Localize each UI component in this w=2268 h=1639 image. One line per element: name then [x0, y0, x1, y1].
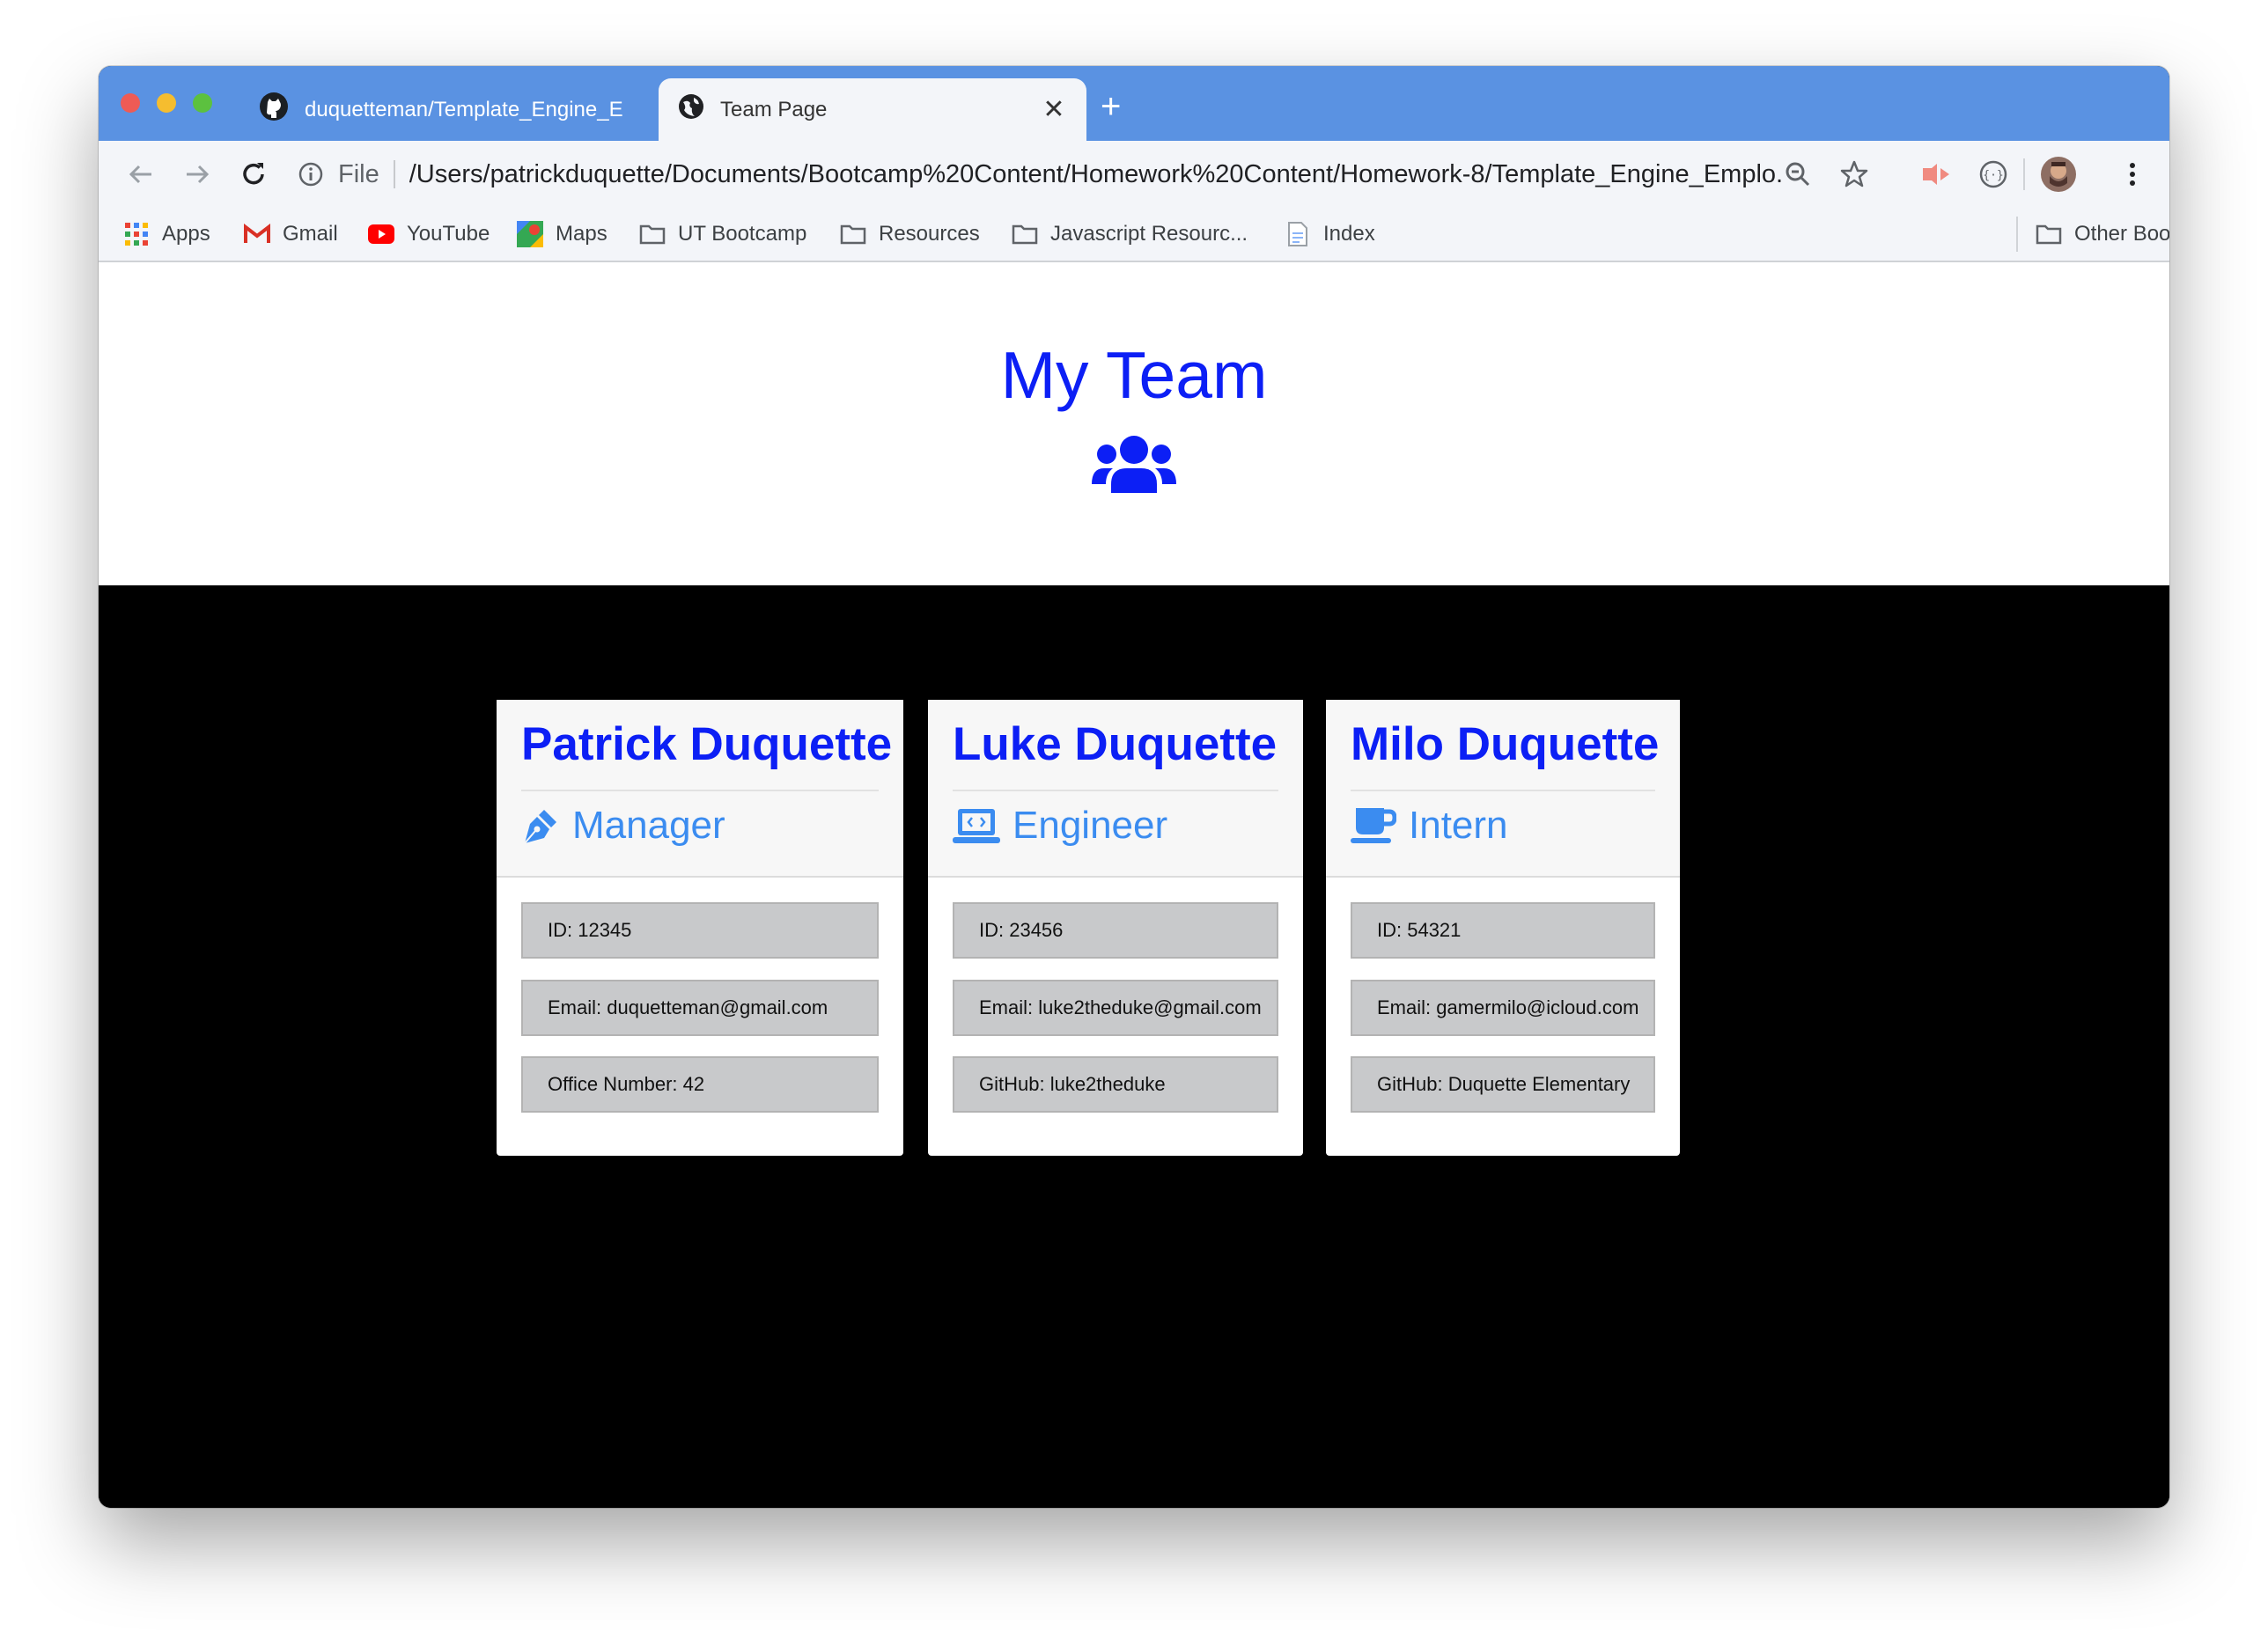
forward-arrow-icon[interactable] [180, 157, 215, 192]
bookmark-index[interactable]: Index [1285, 220, 1375, 248]
laptop-code-icon [953, 806, 1000, 845]
youtube-icon [368, 221, 394, 247]
tab-strip: duquetteman/Template_Engine_E ✕ Team Pag… [99, 66, 2169, 141]
omnibox-divider [393, 160, 395, 188]
close-icon[interactable]: ✕ [1041, 94, 1067, 125]
address-bar[interactable]: File /Users/patrickduquette/Documents/Bo… [289, 148, 1900, 201]
employee-role: Intern [1351, 804, 1508, 848]
apps-grid-icon [123, 221, 150, 247]
bookmark-other-bookmarks[interactable]: Other Bookmarks [2036, 220, 2169, 248]
employee-role: Manager [521, 804, 725, 848]
employee-id: ID: 23456 [953, 902, 1278, 959]
maximize-window-button[interactable] [193, 93, 212, 113]
bookmark-label: Resources [879, 222, 980, 246]
gmail-icon [244, 221, 270, 247]
folder-icon [2036, 221, 2062, 247]
bookmark-label: Gmail [283, 222, 338, 246]
pen-nib-icon [521, 806, 560, 845]
card-divider [1351, 790, 1655, 791]
tab-team-page[interactable]: Team Page ✕ [659, 78, 1086, 141]
bookmark-label: Maps [556, 222, 608, 246]
avatar[interactable] [2041, 157, 2076, 192]
folder-icon [639, 221, 666, 247]
employee-email[interactable]: Email: gamermilo@icloud.com [1351, 980, 1655, 1036]
maps-icon [517, 221, 543, 247]
card-header: Luke Duquette Engineer [928, 700, 1303, 878]
page-title: My Team [1000, 338, 1268, 412]
bookmarks-bar: Apps Gmail YouTube Maps UT Bootcamp Reso… [99, 208, 2169, 262]
github-icon [259, 92, 289, 128]
bookmark-label: Other Bookmarks [2074, 222, 2169, 246]
card-header: Milo Duquette Intern [1326, 700, 1680, 878]
close-window-button[interactable] [121, 93, 140, 113]
employee-card: Milo Duquette Intern ID: 54321 Email: ga… [1326, 700, 1680, 1156]
bookmark-resources[interactable]: Resources [840, 220, 980, 248]
bookmark-youtube[interactable]: YouTube [368, 220, 490, 248]
card-divider [953, 790, 1278, 791]
bookmark-label: YouTube [407, 222, 490, 246]
employee-card: Patrick Duquette Manager ID: 12345 Email… [497, 700, 903, 1156]
bookmark-javascript-resources[interactable]: Javascript Resourc... [1012, 220, 1248, 248]
page-header: My Team [99, 262, 2169, 585]
employee-office-number: Office Number: 42 [521, 1056, 879, 1113]
bookmark-label: Index [1323, 222, 1375, 246]
bookmark-gmail[interactable]: Gmail [244, 220, 338, 248]
bookmark-ut-bootcamp[interactable]: UT Bootcamp [639, 220, 806, 248]
folder-icon [840, 221, 866, 247]
role-label: Manager [572, 804, 725, 847]
info-icon[interactable] [298, 161, 324, 187]
star-icon[interactable] [1837, 157, 1872, 192]
employee-email[interactable]: Email: duquetteman@gmail.com [521, 980, 879, 1036]
role-label: Intern [1409, 804, 1508, 847]
bookmarks-divider [2016, 217, 2018, 252]
employee-name: Luke Duquette [953, 718, 1278, 770]
extension-cast-icon[interactable] [1919, 157, 1955, 192]
card-divider [521, 790, 879, 791]
employee-role: Engineer [953, 804, 1167, 848]
reload-icon[interactable] [236, 157, 271, 192]
extension-icon[interactable]: {·} [1976, 157, 2011, 192]
scheme-label: File [338, 159, 379, 188]
browser-toolbar: File /Users/patrickduquette/Documents/Bo… [99, 141, 2169, 208]
employee-email[interactable]: Email: luke2theduke@gmail.com [953, 980, 1278, 1036]
employee-name: Patrick Duquette [521, 718, 893, 770]
tab-title: duquetteman/Template_Engine_E [305, 97, 623, 121]
folder-icon [1012, 221, 1038, 247]
page-content: My Team Patrick Duquette Manager ID: 123… [99, 262, 2169, 1508]
bookmark-maps[interactable]: Maps [517, 220, 608, 248]
document-icon [1285, 221, 1311, 247]
browser-window: duquetteman/Template_Engine_E ✕ Team Pag… [99, 66, 2169, 1508]
svg-text:{·}: {·} [1983, 169, 2003, 182]
users-icon [1092, 435, 1176, 497]
url-text[interactable]: /Users/patrickduquette/Documents/Bootcam… [409, 160, 1783, 189]
employee-name: Milo Duquette [1351, 718, 1660, 770]
employee-id: ID: 54321 [1351, 902, 1655, 959]
bookmark-label: Apps [162, 222, 210, 246]
tab-title: Team Page [720, 97, 828, 121]
bookmark-label: UT Bootcamp [678, 222, 807, 246]
new-tab-button[interactable]: + [1101, 89, 1121, 124]
mug-icon [1351, 806, 1396, 845]
employee-github[interactable]: GitHub: Duquette Elementary [1351, 1056, 1655, 1113]
menu-kebab-icon[interactable] [2115, 157, 2150, 192]
role-label: Engineer [1012, 804, 1168, 847]
employee-id: ID: 12345 [521, 902, 879, 959]
back-arrow-icon[interactable] [123, 157, 158, 192]
minimize-window-button[interactable] [157, 93, 176, 113]
zoom-icon[interactable] [1780, 157, 1815, 192]
bookmark-apps[interactable]: Apps [123, 220, 210, 248]
globe-icon [678, 93, 704, 126]
employee-card: Luke Duquette Engineer ID: 23456 Email: … [928, 700, 1303, 1156]
employee-github[interactable]: GitHub: luke2theduke [953, 1056, 1278, 1113]
toolbar-divider [2023, 158, 2025, 190]
card-header: Patrick Duquette Manager [497, 700, 903, 878]
bookmark-label: Javascript Resourc... [1050, 222, 1248, 246]
